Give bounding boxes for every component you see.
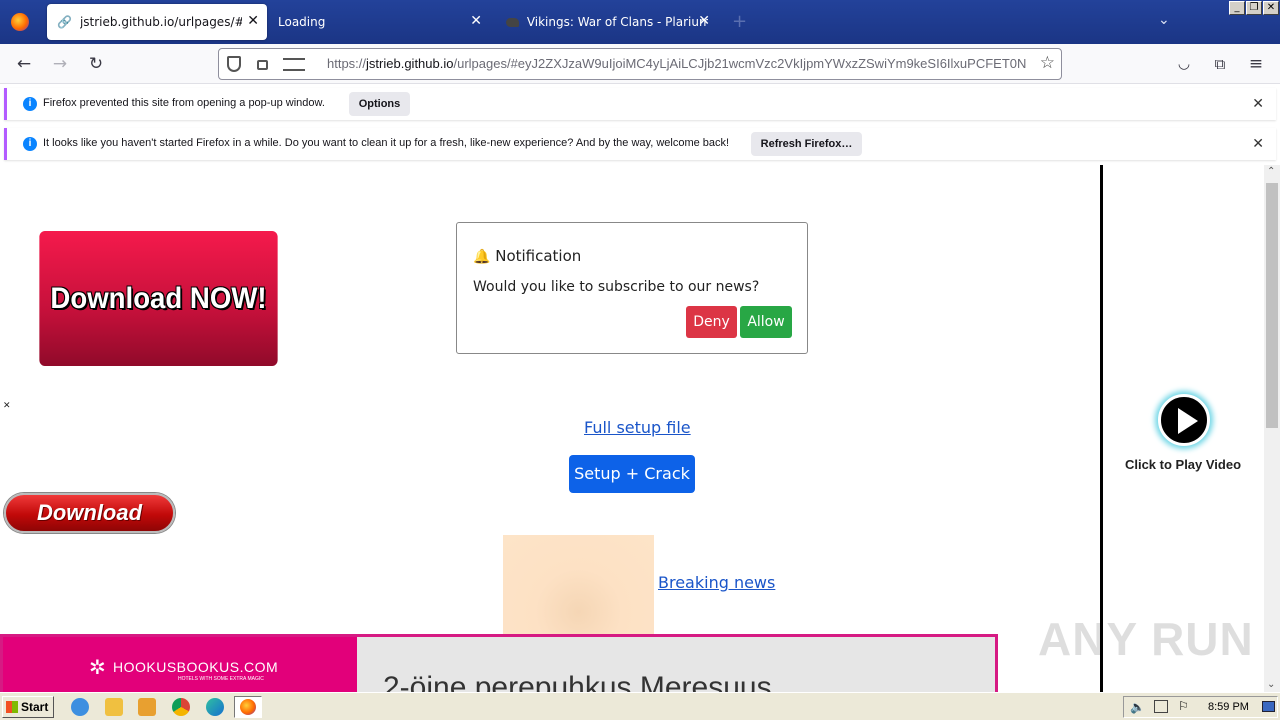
- notification-body: Would you like to subscribe to our news?: [473, 279, 760, 295]
- anyrun-watermark: ANY RUN: [1038, 613, 1254, 665]
- allow-button[interactable]: Allow: [740, 306, 792, 338]
- download-button[interactable]: Download: [4, 493, 175, 533]
- close-tab-icon[interactable]: ✕: [470, 14, 482, 28]
- close-icon[interactable]: ✕: [1252, 135, 1264, 152]
- banner-brand-panel: ✲ HOOKUSBOOKUS.COM HOTELS WITH SOME EXTR…: [3, 637, 357, 692]
- flag-icon[interactable]: ⚐: [1178, 699, 1189, 713]
- back-icon[interactable]: ←: [12, 52, 36, 76]
- shield-icon[interactable]: [227, 56, 241, 72]
- close-tab-icon[interactable]: ✕: [698, 14, 710, 28]
- firefox-menu-icon[interactable]: [11, 13, 29, 31]
- system-tray: 🔈 ⚐: [1123, 696, 1278, 718]
- news-thumbnail[interactable]: [503, 535, 654, 645]
- notification-title: Notification: [495, 247, 582, 265]
- info-icon: i: [23, 137, 37, 151]
- url-bar[interactable]: https://jstrieb.github.io/urlpages/#eyJ2…: [218, 48, 1062, 80]
- info-icon: i: [23, 97, 37, 111]
- deny-button[interactable]: Deny: [686, 306, 737, 338]
- tab-label: Loading: [278, 15, 326, 29]
- list-tabs-icon[interactable]: ⌄: [1158, 12, 1170, 28]
- bookmark-star-icon[interactable]: ☆: [1040, 53, 1055, 73]
- explorer-icon[interactable]: [105, 698, 123, 716]
- forward-icon[interactable]: →: [48, 52, 72, 76]
- banner-headline: 2-öine perepuhkus Meresuus: [383, 671, 772, 692]
- banner-logo: HOOKUSBOOKUS.COM: [113, 659, 279, 675]
- menu-icon[interactable]: ≡: [1244, 52, 1268, 76]
- extensions-icon[interactable]: ⧉: [1208, 52, 1232, 76]
- scroll-down-icon[interactable]: ⌄: [1267, 679, 1275, 690]
- video-label: Click to Play Video: [1124, 457, 1242, 472]
- page-scrollbar[interactable]: ⌃ ⌄: [1264, 165, 1280, 692]
- firefox-icon: [240, 699, 256, 715]
- notification-message: It looks like you haven't started Firefo…: [43, 137, 730, 149]
- tab-label: Vikings: War of Clans - Plarium: [526, 15, 708, 29]
- new-tab-icon[interactable]: +: [732, 11, 747, 32]
- pocket-icon[interactable]: ◡: [1172, 52, 1196, 76]
- close-window-icon[interactable]: ✕: [1263, 1, 1279, 15]
- desktop-icon[interactable]: [1262, 701, 1275, 712]
- clock: 8:59 PM: [1208, 701, 1249, 713]
- media-player-icon[interactable]: [138, 698, 156, 716]
- reload-icon[interactable]: ↻: [84, 52, 108, 76]
- play-icon[interactable]: [1158, 394, 1210, 446]
- full-setup-link[interactable]: Full setup file: [584, 418, 691, 437]
- scroll-up-icon[interactable]: ⌃: [1267, 166, 1275, 177]
- start-button[interactable]: Start: [2, 696, 54, 718]
- tab-vikings[interactable]: Vikings: War of Clans - Plarium ✕: [496, 4, 718, 40]
- popup-blocked-bar: i Firefox prevented this site from openi…: [4, 88, 1276, 120]
- network-icon[interactable]: [1154, 700, 1168, 713]
- bell-icon: 🔔: [473, 249, 491, 265]
- url-text[interactable]: https://jstrieb.github.io/urlpages/#eyJ2…: [327, 56, 1027, 71]
- scroll-thumb[interactable]: [1266, 183, 1278, 428]
- subscribe-notification: 🔔 Notification Would you like to subscri…: [456, 222, 808, 354]
- taskbar: Start 🔈 ⚐ 8:59 PM: [0, 692, 1280, 720]
- banner-tagline: HOTELS WITH SOME EXTRA MAGIC: [178, 676, 264, 682]
- ie-icon[interactable]: [71, 698, 89, 716]
- permissions-icon[interactable]: [283, 58, 305, 71]
- lock-icon[interactable]: [257, 60, 268, 70]
- broken-image-icon: ✕: [3, 401, 11, 411]
- firefox-taskbar-button[interactable]: [234, 696, 262, 718]
- refresh-firefox-bar: i It looks like you haven't started Fire…: [4, 128, 1276, 160]
- options-button[interactable]: Options: [349, 92, 410, 116]
- navigation-bar: ← → ↻ https://jstrieb.github.io/urlpages…: [0, 44, 1280, 84]
- link-icon: 🔗: [57, 15, 72, 29]
- plarium-icon: [506, 17, 519, 27]
- download-now-banner[interactable]: Download NOW!: [39, 231, 278, 366]
- tab-strip: 🔗 jstrieb.github.io/urlpages/#eyJ2Z ✕ Lo…: [0, 0, 1280, 44]
- edge-icon[interactable]: [206, 698, 224, 716]
- refresh-firefox-button[interactable]: Refresh Firefox…: [751, 132, 862, 156]
- chrome-icon[interactable]: [172, 698, 190, 716]
- tab-jstrieb[interactable]: 🔗 jstrieb.github.io/urlpages/#eyJ2Z ✕: [47, 4, 267, 40]
- hotel-ad-banner[interactable]: ✲ HOOKUSBOOKUS.COM HOTELS WITH SOME EXTR…: [0, 634, 998, 692]
- notification-message: Firefox prevented this site from opening…: [43, 97, 325, 109]
- minimize-icon[interactable]: _: [1229, 1, 1245, 15]
- setup-crack-button[interactable]: Setup + Crack: [569, 455, 695, 493]
- close-icon[interactable]: ✕: [1252, 95, 1264, 112]
- volume-icon[interactable]: 🔈: [1130, 700, 1145, 714]
- star-logo-icon: ✲: [89, 655, 106, 679]
- restore-icon[interactable]: ❐: [1246, 1, 1262, 15]
- tab-label: jstrieb.github.io/urlpages/#eyJ2Z: [79, 15, 242, 29]
- close-tab-icon[interactable]: ✕: [247, 14, 259, 28]
- breaking-news-link[interactable]: Breaking news: [658, 573, 775, 592]
- tab-loading[interactable]: Loading ✕: [268, 4, 490, 40]
